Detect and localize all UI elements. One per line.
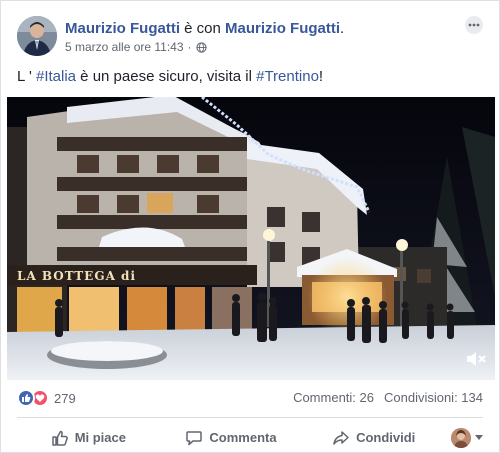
reaction-profile-switcher[interactable]: [445, 427, 484, 448]
like-button[interactable]: Mi piace: [17, 429, 160, 447]
comments-count[interactable]: Commenti: 26: [293, 390, 374, 405]
post-text-middle: è un paese sicuro, visita il: [76, 68, 257, 85]
actions-divider: [17, 417, 483, 418]
hashtag-italia[interactable]: #Italia: [36, 68, 76, 85]
like-button-label: Mi piace: [74, 430, 126, 445]
post-actions-bar: Mi piace Commenta Condividi: [17, 421, 484, 453]
post-header: Maurizio Fugatti è con Maurizio Fugatti.…: [17, 16, 483, 60]
thumbs-up-icon: [51, 430, 68, 446]
comment-button-label: Commenta: [209, 430, 277, 445]
share-arrow-icon: [333, 430, 349, 445]
with-text: è con: [180, 20, 226, 37]
globe-icon[interactable]: [195, 41, 207, 53]
comment-button[interactable]: Commenta: [160, 429, 303, 447]
post-text: L ' #Italia è un paese sicuro, visita il…: [17, 67, 323, 87]
viewer-avatar: [451, 427, 472, 448]
author-name-link[interactable]: Maurizio Fugatti: [65, 20, 180, 37]
share-button-label: Condividi: [356, 430, 416, 445]
more-dots-icon: [468, 23, 480, 27]
engagement-counts: Commenti: 26 Condivisioni: 134: [293, 390, 483, 405]
video-player[interactable]: LA BOTTEGA di: [7, 97, 495, 380]
post-options-button[interactable]: [465, 16, 483, 34]
meta-separator: ·: [187, 40, 192, 54]
post-text-prefix: L ': [17, 68, 36, 85]
post-meta: 5 marzo alle ore 11:43 ·: [65, 40, 207, 54]
speaker-muted-icon[interactable]: [465, 350, 487, 368]
post-timestamp[interactable]: 5 marzo alle ore 11:43: [65, 40, 184, 54]
with-end: .: [340, 20, 345, 37]
author-avatar[interactable]: [17, 16, 57, 56]
shares-count[interactable]: Condivisioni: 134: [384, 390, 483, 405]
tagged-person-link[interactable]: Maurizio Fugatti: [225, 20, 340, 37]
video-frame: LA BOTTEGA di: [7, 97, 495, 380]
reactions-count[interactable]: 279: [54, 391, 76, 406]
hashtag-trentino[interactable]: #Trentino: [256, 68, 319, 85]
author-line: Maurizio Fugatti è con Maurizio Fugatti.: [65, 19, 344, 38]
like-icon: [17, 389, 35, 407]
post-card: Maurizio Fugatti è con Maurizio Fugatti.…: [0, 0, 500, 453]
share-button[interactable]: Condividi: [302, 429, 445, 447]
shop-sign-text: LA BOTTEGA di: [17, 269, 136, 283]
post-text-suffix: !: [318, 68, 324, 85]
post-stats: 279 Commenti: 26 Condivisioni: 134: [17, 389, 483, 409]
comment-icon: [186, 430, 203, 445]
chevron-down-icon: [475, 435, 484, 440]
reactions-summary[interactable]: 279: [17, 389, 76, 407]
